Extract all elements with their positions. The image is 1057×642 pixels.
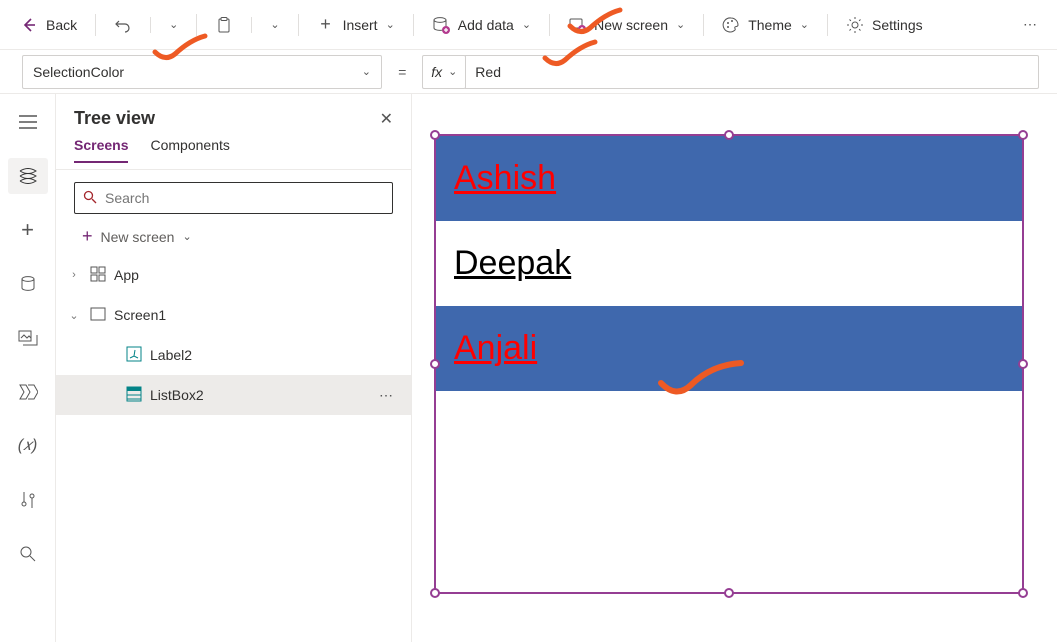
tree-new-screen-button[interactable]: + New screen ⌄ xyxy=(56,222,411,255)
plus-icon: + xyxy=(317,16,335,34)
listbox-item[interactable]: Ashish xyxy=(436,136,1022,221)
paste-dropdown[interactable]: ⌄ xyxy=(262,12,287,37)
back-button[interactable]: Back xyxy=(12,10,85,40)
tree-list: › App ⌄ Screen1 Label2 ListBox2 ⋯ xyxy=(56,255,411,642)
rail-flows-button[interactable] xyxy=(8,374,48,410)
insert-button[interactable]: + Insert ⌄ xyxy=(309,10,403,40)
back-label: Back xyxy=(46,17,77,33)
tree-search-input[interactable] xyxy=(74,182,393,214)
row-more-button[interactable]: ⋯ xyxy=(373,387,399,404)
chevron-down-icon: ⌄ xyxy=(676,18,685,31)
data-icon xyxy=(432,16,450,34)
resize-handle[interactable] xyxy=(1018,359,1028,369)
rail-variables-button[interactable]: (𝑥) xyxy=(8,428,48,464)
left-rail: + (𝑥) xyxy=(0,94,56,642)
resize-handle[interactable] xyxy=(724,130,734,140)
rail-media-button[interactable] xyxy=(8,320,48,356)
add-data-button[interactable]: Add data ⌄ xyxy=(424,10,539,40)
chevron-down-icon: ⌄ xyxy=(800,18,809,31)
rail-tree-button[interactable] xyxy=(8,158,48,194)
tree-node-label: Screen1 xyxy=(114,307,166,323)
listbox-item[interactable]: Anjali xyxy=(436,306,1022,391)
tab-screens[interactable]: Screens xyxy=(74,137,128,163)
listbox-icon xyxy=(126,386,142,405)
resize-handle[interactable] xyxy=(430,359,440,369)
chevron-down-icon: ⌄ xyxy=(386,18,395,31)
chevron-down-icon: ⌄ xyxy=(270,18,279,31)
chevron-down-icon: ⌄ xyxy=(522,18,531,31)
tree-search-field[interactable] xyxy=(105,190,384,206)
palette-icon xyxy=(722,16,740,34)
plus-icon: + xyxy=(82,226,93,247)
close-icon[interactable]: ✕ xyxy=(380,109,393,129)
tree-node-label2[interactable]: Label2 xyxy=(56,335,411,375)
resize-handle[interactable] xyxy=(724,588,734,598)
rail-tools-button[interactable] xyxy=(8,482,48,518)
listbox-selection[interactable]: Ashish Deepak Anjali xyxy=(434,134,1024,594)
rail-hamburger[interactable] xyxy=(8,104,48,140)
undo-dropdown[interactable]: ⌄ xyxy=(161,12,186,37)
insert-label: Insert xyxy=(343,17,378,33)
label-icon xyxy=(126,346,142,365)
new-screen-button[interactable]: New screen ⌄ xyxy=(560,10,693,40)
listbox-item-text: Anjali xyxy=(454,329,537,368)
undo-button[interactable] xyxy=(106,10,140,40)
main-area: + (𝑥) Tree view ✕ Screens Components + N… xyxy=(0,94,1057,642)
tree-view-panel: Tree view ✕ Screens Components + New scr… xyxy=(56,94,412,642)
listbox-item-text: Ashish xyxy=(454,159,556,198)
new-screen-label: New screen xyxy=(594,17,668,33)
search-icon xyxy=(83,190,97,207)
arrow-left-icon xyxy=(20,16,38,34)
chevron-right-icon: › xyxy=(66,269,82,281)
paste-button[interactable] xyxy=(207,10,241,40)
design-canvas[interactable]: Ashish Deepak Anjali xyxy=(412,94,1057,642)
tree-node-app[interactable]: › App xyxy=(56,255,411,295)
settings-label: Settings xyxy=(872,17,923,33)
tab-components[interactable]: Components xyxy=(150,137,229,163)
property-value: SelectionColor xyxy=(33,64,124,80)
formula-bar: SelectionColor ⌄ = fx ⌄ Red xyxy=(0,50,1057,94)
rail-search-button[interactable] xyxy=(8,536,48,572)
new-screen-icon xyxy=(568,16,586,34)
chevron-down-icon: ⌄ xyxy=(169,18,178,31)
chevron-down-icon: ⌄ xyxy=(66,309,82,322)
tree-node-screen1[interactable]: ⌄ Screen1 xyxy=(56,295,411,335)
top-toolbar: Back ⌄ ⌄ + Insert ⌄ Add data ⌄ New scree… xyxy=(0,0,1057,50)
formula-input[interactable]: Red xyxy=(465,55,1039,89)
formula-value: Red xyxy=(475,64,501,80)
clipboard-icon xyxy=(215,16,233,34)
theme-label: Theme xyxy=(748,17,792,33)
app-icon xyxy=(90,266,106,285)
overflow-button[interactable]: ⋯ xyxy=(1015,16,1045,33)
theme-button[interactable]: Theme ⌄ xyxy=(714,10,817,40)
tree-node-label: Label2 xyxy=(150,347,192,363)
listbox-control[interactable]: Ashish Deepak Anjali xyxy=(436,136,1022,592)
tree-node-listbox2[interactable]: ListBox2 ⋯ xyxy=(56,375,411,415)
fx-label: fx xyxy=(431,64,442,80)
add-data-label: Add data xyxy=(458,17,514,33)
rail-data-button[interactable] xyxy=(8,266,48,302)
screen-icon xyxy=(90,307,106,324)
fx-button[interactable]: fx ⌄ xyxy=(422,55,466,89)
property-selector[interactable]: SelectionColor ⌄ xyxy=(22,55,382,89)
equals-sign: = xyxy=(394,64,410,80)
gear-icon xyxy=(846,16,864,34)
resize-handle[interactable] xyxy=(1018,588,1028,598)
tree-new-screen-label: New screen xyxy=(101,229,175,245)
resize-handle[interactable] xyxy=(430,588,440,598)
rail-insert-button[interactable]: + xyxy=(8,212,48,248)
listbox-item-text: Deepak xyxy=(454,244,571,283)
chevron-down-icon: ⌄ xyxy=(182,230,191,243)
tree-node-label: ListBox2 xyxy=(150,387,204,403)
settings-button[interactable]: Settings xyxy=(838,10,931,40)
undo-icon xyxy=(114,16,132,34)
resize-handle[interactable] xyxy=(1018,130,1028,140)
resize-handle[interactable] xyxy=(430,130,440,140)
chevron-down-icon: ⌄ xyxy=(362,65,371,78)
listbox-item[interactable]: Deepak xyxy=(436,221,1022,306)
tree-node-label: App xyxy=(114,267,139,283)
tree-title: Tree view xyxy=(74,108,155,129)
chevron-down-icon: ⌄ xyxy=(448,65,457,78)
